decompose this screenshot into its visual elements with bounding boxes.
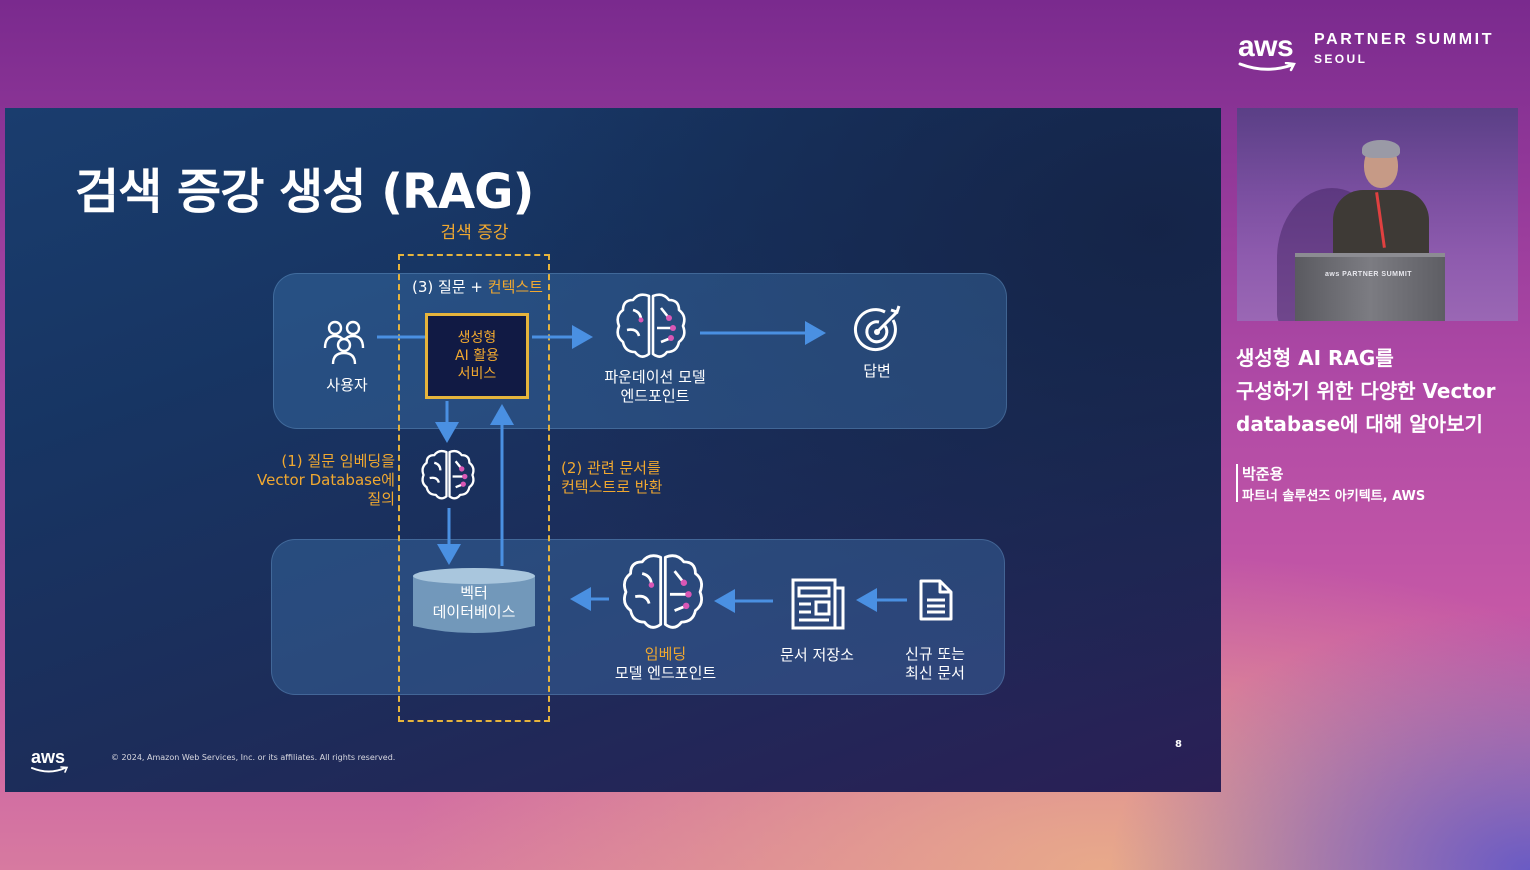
user-label: 사용자 bbox=[326, 376, 368, 394]
embedding-line: 모델 엔드포인트 bbox=[614, 664, 717, 682]
speaker-hair bbox=[1362, 140, 1400, 158]
gen-ai-service-box: 생성형 AI 활용 서비스 bbox=[425, 313, 529, 399]
slide-page-number: 8 bbox=[1175, 739, 1182, 750]
document-store-icon bbox=[791, 578, 845, 630]
step1-label: (1) 질문 임베딩을 Vector Database에 질의 bbox=[245, 452, 395, 509]
event-brand: aws PARTNER SUMMIT SEOUL bbox=[1236, 28, 1516, 72]
step2-label: (2) 관련 문서를 컨텍스트로 반환 bbox=[561, 459, 701, 497]
embedding-model-brain-icon bbox=[623, 554, 703, 629]
speaker-role: 파트너 솔루션즈 아키텍트, AWS bbox=[1242, 489, 1426, 504]
talk-title-line: database에 대해 알아보기 bbox=[1236, 412, 1483, 436]
foundation-line: 파운데이션 모델 bbox=[604, 368, 706, 386]
users-icon bbox=[323, 320, 365, 365]
vector-db-line: 데이터베이스 bbox=[432, 603, 516, 621]
step1-line: Vector Database에 bbox=[257, 471, 395, 489]
gen-service-line: AI 활용 bbox=[455, 348, 499, 364]
copyright-notice: © 2024, Amazon Web Services, Inc. or its… bbox=[111, 753, 396, 762]
talk-title-line: 생성형 AI RAG를 bbox=[1236, 346, 1394, 370]
aws-logo: aws bbox=[1238, 30, 1294, 63]
speaker-video-feed: aws PARTNER SUMMIT bbox=[1237, 108, 1518, 321]
podium-logo-text: aws PARTNER SUMMIT bbox=[1325, 271, 1413, 278]
target-icon bbox=[853, 305, 901, 352]
slide-aws-smile-icon bbox=[31, 766, 69, 773]
event-title: PARTNER SUMMIT bbox=[1314, 31, 1495, 48]
event-subtitle: SEOUL bbox=[1314, 52, 1368, 66]
new-doc-line: 최신 문서 bbox=[905, 664, 965, 682]
new-document-label: 신규 또는 최신 문서 bbox=[890, 645, 980, 683]
answer-label: 답변 bbox=[863, 362, 891, 380]
vector-db-line: 벡터 bbox=[460, 584, 488, 602]
slide-aws-logo: aws bbox=[31, 747, 66, 767]
embedding-model-label: 임베딩 모델 엔드포인트 bbox=[598, 645, 733, 683]
new-doc-line: 신규 또는 bbox=[905, 645, 965, 663]
new-document-icon bbox=[919, 579, 953, 621]
foundation-model-label: 파운데이션 모델 엔드포인트 bbox=[595, 368, 715, 406]
foundation-line: 엔드포인트 bbox=[620, 387, 690, 405]
talk-title-line: 구성하기 위한 다양한 Vector bbox=[1236, 379, 1496, 403]
foundation-model-brain-icon bbox=[616, 293, 686, 358]
step2-line: 컨텍스트로 반환 bbox=[561, 478, 663, 496]
embedding-line: 임베딩 bbox=[644, 645, 687, 663]
talk-title: 생성형 AI RAG를 구성하기 위한 다양한 Vector database에… bbox=[1236, 342, 1526, 441]
speaker-divider bbox=[1236, 464, 1238, 502]
presentation-slide: 검색 증강 생성 (RAG) 검색 증강 (3) 질문 + 컨텍스트 사용자 생… bbox=[5, 108, 1221, 792]
step2-line: (2) 관련 문서를 bbox=[561, 459, 661, 477]
podium: aws PARTNER SUMMIT bbox=[1295, 253, 1445, 321]
gen-service-line: 생성형 bbox=[457, 330, 497, 346]
vector-database-label: 벡터 데이터베이스 bbox=[411, 584, 537, 622]
flow-arrows bbox=[377, 321, 907, 613]
document-store-label: 문서 저장소 bbox=[780, 646, 854, 664]
query-embedding-brain-icon bbox=[421, 449, 475, 500]
step1-line: 질의 bbox=[367, 490, 395, 508]
step1-line: (1) 질문 임베딩을 bbox=[281, 452, 395, 470]
gen-service-line: 서비스 bbox=[457, 366, 497, 382]
speaker-name: 박준용 bbox=[1242, 465, 1284, 483]
aws-smile-icon bbox=[1238, 62, 1296, 72]
